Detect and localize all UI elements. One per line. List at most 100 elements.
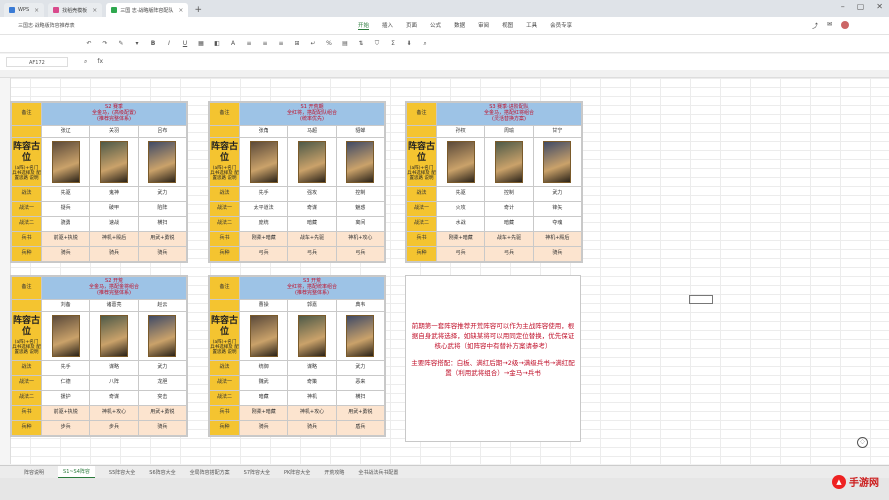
row-value: 先手: [238, 186, 289, 202]
menu-view[interactable]: 视图: [502, 21, 513, 30]
selected-cell[interactable]: [689, 295, 713, 304]
row-label: 战法二: [209, 216, 240, 232]
blank-cell: [11, 299, 42, 312]
fill-color-icon[interactable]: ◧: [214, 40, 220, 47]
sheet-tab[interactable]: S7阵容大全: [244, 469, 270, 476]
config-note: (a阵)+名门 兵书选择及 配置思路 说明: [407, 166, 436, 182]
row-label: 战法一: [406, 201, 437, 217]
menu-page[interactable]: 页面: [406, 21, 417, 30]
redo-icon[interactable]: ↷: [102, 40, 108, 47]
fx-label[interactable]: fx: [97, 58, 103, 66]
lineup-table: 备注 S1 开荒期 全红将，搭配配队组合 (统率优先) 张角 马超 貂蝉 阵容古位 (a阵)+名…: [209, 102, 386, 262]
app-header: 三国志·战略版阵容推荐表 开始 插入 页面 公式 数据 审阅 视图 工具 会员专…: [0, 17, 889, 35]
number-format-icon[interactable]: %: [326, 40, 332, 47]
comment-icon[interactable]: ✉: [827, 21, 832, 30]
hero-portrait: [249, 141, 278, 183]
close-icon[interactable]: ×: [34, 7, 39, 14]
browser-tab-active[interactable]: 三国 志·战略版阵容配队 ×: [106, 3, 189, 17]
table-icon[interactable]: ▤: [342, 40, 348, 47]
row-value: 强攻: [287, 186, 337, 202]
hero-portrait: [494, 141, 523, 183]
row-label: 战法一: [11, 375, 42, 391]
filter-icon[interactable]: ⛉: [374, 40, 380, 48]
maximize-icon[interactable]: ▢: [857, 2, 865, 11]
row-value: 神机+殿后: [89, 231, 139, 247]
sheet-tabs: 阵容说明 S1~S4阵容 S5阵容大全 S6阵容大全 全局阵容搭配方案 S7阵容…: [0, 465, 889, 478]
avatar[interactable]: [841, 21, 849, 29]
italic-icon[interactable]: I: [166, 40, 172, 47]
header-actions: ⤴ ✉: [812, 21, 849, 30]
row-value: 武力: [137, 186, 188, 202]
browser-tab[interactable]: 找稻壳模板 ×: [48, 3, 103, 17]
font-color-icon[interactable]: A: [230, 40, 236, 47]
row-label: 战法二: [11, 216, 42, 232]
file-title: 三国志·战略版阵容推荐表: [18, 23, 75, 29]
sheet-tab[interactable]: 全局阵容搭配方案: [190, 469, 230, 476]
wrap-icon[interactable]: ↵: [310, 40, 316, 47]
sum-icon[interactable]: Σ: [390, 40, 396, 47]
column-header: [0, 70, 889, 78]
lineup-card: 备注 S1 开荒期 全红将，搭配配队组合 (统率优先) 张角 马超 貂蝉 阵容古位 (a阵)+名…: [208, 101, 386, 263]
sheet-tab[interactable]: 开荒攻略: [324, 469, 344, 476]
season-header: S3 赛季·进阶配队 全金马，搭配红将组合 (灵活替换方案): [436, 102, 582, 126]
note-label: 备注: [209, 102, 240, 126]
row-value: 锋矢: [532, 201, 583, 217]
minimize-icon[interactable]: –: [841, 2, 845, 11]
row-value: 横扫: [335, 390, 386, 406]
lineup-table: 备注 S3 开荒 全红将，搭配统率组合 (推荐完整体系) 曹操 郭嘉 典韦 阵容古位 (a阵)+…: [209, 276, 386, 436]
row-value: 疑兵: [40, 201, 91, 217]
row-value: 武力: [137, 360, 188, 376]
hero-name: 郭嘉: [287, 299, 337, 312]
share-icon[interactable]: ⤴: [812, 21, 818, 30]
zoom-scroll-icon[interactable]: ◌: [857, 437, 868, 448]
row-value: 控制: [484, 186, 534, 202]
sort-icon[interactable]: ⇅: [358, 40, 364, 47]
season-header: S1 开荒期 全红将，搭配配队组合 (统率优先): [239, 102, 385, 126]
row-value: 前驱+执锐: [40, 405, 91, 421]
sheet-tab[interactable]: PK阵容大全: [284, 469, 310, 476]
menu-review[interactable]: 审阅: [478, 21, 489, 30]
align-right-icon[interactable]: ≡: [278, 40, 284, 47]
close-icon[interactable]: ×: [92, 7, 97, 14]
hero-name: 诸葛亮: [89, 299, 139, 312]
hero-portrait-cell: [484, 137, 534, 187]
menu-formula[interactable]: 公式: [430, 21, 441, 30]
menu-tools[interactable]: 工具: [526, 21, 537, 30]
underline-icon[interactable]: U: [182, 40, 188, 47]
fill-icon[interactable]: ⬇: [406, 40, 412, 47]
name-box[interactable]: AF172: [6, 57, 68, 67]
sheet-tab[interactable]: S5阵容大全: [109, 469, 135, 476]
close-icon[interactable]: ×: [178, 7, 183, 14]
find-icon[interactable]: ⌕: [422, 40, 428, 48]
sheet-tab[interactable]: S6阵容大全: [149, 469, 175, 476]
row-label: 兵种: [11, 246, 42, 262]
row-value: 仁德: [40, 375, 91, 391]
format-toolbar: ↶ ↷ ✎ ▾ B I U ▦ ◧ A ≡ ≡ ≡ ⊞ ↵ % ▤ ⇅ ⛉ Σ …: [0, 35, 889, 53]
formula-icons: ⌕ fx: [84, 58, 103, 66]
bold-icon[interactable]: B: [150, 40, 156, 47]
menu-insert[interactable]: 插入: [382, 21, 393, 30]
lineup-card: 备注 S2 开荒 全金马，搭配金将组合 (推荐完整体系) 刘备 诸葛亮 赵云 阵容古位 (a阵)…: [10, 275, 188, 437]
border-icon[interactable]: ▦: [198, 40, 204, 47]
format-painter-icon[interactable]: ✎: [118, 40, 124, 47]
row-label: 战法: [209, 360, 240, 376]
hero-portrait-cell: [40, 137, 91, 187]
align-center-icon[interactable]: ≡: [262, 40, 268, 47]
menu-member[interactable]: 会员专享: [550, 21, 572, 30]
close-window-icon[interactable]: ✕: [876, 2, 883, 11]
browser-tab-bar: WPS × 找稻壳模板 × 三国 志·战略版阵容配队 × + – ▢ ✕: [0, 0, 889, 17]
sheet-tab[interactable]: 全书战法兵书配置: [358, 469, 398, 476]
browser-tab[interactable]: WPS ×: [4, 3, 45, 17]
menu-data[interactable]: 数据: [454, 21, 465, 30]
align-left-icon[interactable]: ≡: [246, 40, 252, 47]
sheet-tab[interactable]: 阵容说明: [24, 469, 44, 476]
row-value: 先驱: [40, 186, 91, 202]
sheet-tab-active[interactable]: S1~S4阵容: [58, 466, 95, 478]
zoom-icon[interactable]: ⌕: [84, 58, 87, 66]
font-select[interactable]: ▾: [134, 40, 140, 47]
merge-icon[interactable]: ⊞: [294, 40, 300, 47]
undo-icon[interactable]: ↶: [86, 40, 92, 47]
menu-start[interactable]: 开始: [358, 21, 370, 30]
config-note: (a阵)+名门 兵书选择及 配置思路 说明: [210, 166, 239, 182]
new-tab-button[interactable]: +: [194, 3, 202, 17]
